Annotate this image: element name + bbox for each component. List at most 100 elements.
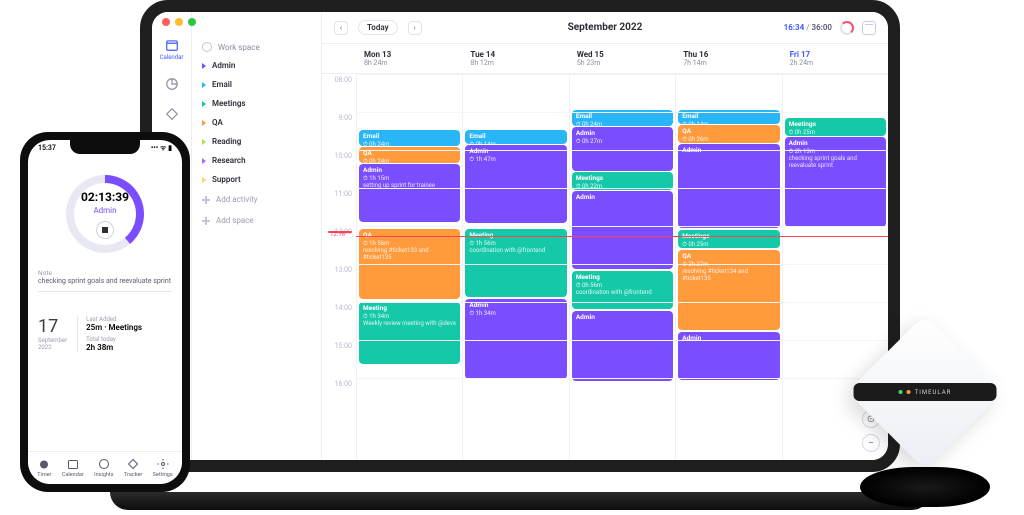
calendar-event[interactable]: QA⏱ 2h 27mresolving #ticket134 and #tick… <box>678 250 779 330</box>
tracker-body: TIMEULAR <box>847 314 1003 470</box>
sidebar-activity-qa[interactable]: QA <box>192 113 321 132</box>
stopwatch-icon <box>38 458 50 470</box>
note-text: checking sprint goals and reevaluate spr… <box>38 277 172 285</box>
calendar-event[interactable]: Meeting⏱ 1h 34mWeekly review meeting wit… <box>359 302 460 364</box>
hour-label: 13:00 <box>322 264 356 302</box>
rail-reports[interactable] <box>165 77 179 91</box>
day-column-thu[interactable]: Email⏱ 0h 14mQA⏱ 0h 26mAdminMeetings⏱ 0h… <box>675 74 781 460</box>
calendar-event[interactable]: Admin <box>572 191 673 269</box>
tab-insights[interactable]: Insights <box>94 458 113 478</box>
status-icons: ••• ᯤ ▮ <box>151 144 172 153</box>
gear-icon <box>202 42 212 52</box>
day-header[interactable]: Tue 148h 12m <box>462 44 568 73</box>
minimize-dot-icon[interactable] <box>175 18 183 26</box>
add-activity[interactable]: Add activity <box>192 189 321 210</box>
calendar-event[interactable]: Admin <box>678 144 779 228</box>
maximize-dot-icon[interactable] <box>188 18 196 26</box>
calendar-event[interactable]: Admin⏱ 1h 47m <box>465 145 566 223</box>
triangle-icon <box>202 63 206 69</box>
sidebar-activity-reading[interactable]: Reading <box>192 132 321 151</box>
calendar-event[interactable]: Admin⏱ 1h 15msetting up sprint for train… <box>359 164 460 222</box>
phone-screen: 15:37 ••• ᯤ ▮ 02:13:39 Admin Note checki… <box>28 140 182 484</box>
chart-icon <box>98 458 110 470</box>
day-column-tue[interactable]: Email⏱ 0h 14mAdmin⏱ 1h 47mMeeting⏱ 1h 56… <box>462 74 568 460</box>
day-column-wed[interactable]: Email⏱ 0h 24mAdmin⏱ 0h 27mMeetings⏱ 0h 2… <box>569 74 675 460</box>
day-summary: 17 September 2022 Last Added25m · Meetin… <box>38 316 172 352</box>
hour-label: 08:00 <box>322 74 356 112</box>
tab-calendar[interactable]: Calendar <box>62 458 84 478</box>
tracker-device: TIMEULAR <box>840 327 1010 507</box>
datepicker-icon[interactable] <box>862 21 876 35</box>
laptop-base <box>110 492 930 510</box>
tracker-brand: TIMEULAR <box>915 389 952 396</box>
app-root: Calendar Work space AdminEmailMeetingsQA… <box>152 12 888 460</box>
hour-label: 11:00 <box>322 188 356 226</box>
diamond-icon <box>165 107 179 121</box>
calendar-event[interactable]: Admin⏱ 1h 34m <box>465 299 566 379</box>
hour-label: 16:00 <box>322 378 356 416</box>
calendar-event[interactable]: QA⏱ 0h 26m <box>678 125 779 143</box>
day-header[interactable]: Fri 172h 24m <box>782 44 888 73</box>
today-button[interactable]: Today <box>358 20 398 35</box>
day-column-mon[interactable]: Email⏱ 0h 24mQA⏱ 0h 24mAdmin⏱ 1h 15msett… <box>356 74 462 460</box>
hour-label: 10:00 <box>322 150 356 188</box>
tracker-dock <box>860 467 990 507</box>
activity-sidebar: Work space AdminEmailMeetingsQAReadingRe… <box>192 12 322 460</box>
plus-icon <box>202 217 210 225</box>
laptop-frame: Calendar Work space AdminEmailMeetingsQA… <box>140 0 900 502</box>
window-traffic-lights <box>162 18 196 26</box>
tab-tracker[interactable]: Tracker <box>124 458 142 478</box>
calendar-event[interactable]: Meeting⏱ 1h 56mcoordination with @fronte… <box>465 229 566 297</box>
sidebar-activity-meetings[interactable]: Meetings <box>192 94 321 113</box>
led-orange-icon <box>907 390 911 394</box>
phone-notch <box>70 140 140 154</box>
rail-calendar[interactable]: Calendar <box>160 38 184 61</box>
calendar-event[interactable]: Meetings⏱ 0h 25m <box>785 118 886 136</box>
month-title: September 2022 <box>568 22 643 33</box>
piechart-icon <box>165 77 179 91</box>
week-header: Mon 138h 24mTue 148h 12mWed 155h 23mThu … <box>322 44 888 74</box>
now-indicator <box>356 236 888 237</box>
sidebar-activity-support[interactable]: Support <box>192 170 321 189</box>
phone-tabbar: Timer Calendar Insights Tracker Settings <box>28 451 182 484</box>
calendar-event[interactable]: Admin⏱ 0h 27m <box>572 127 673 171</box>
gear-icon <box>157 458 169 470</box>
sidebar-activity-research[interactable]: Research <box>192 151 321 170</box>
hour-label: 9:00 <box>322 112 356 150</box>
triangle-icon <box>202 82 206 88</box>
note-section[interactable]: Note checking sprint goals and reevaluat… <box>38 269 172 292</box>
workspace-header[interactable]: Work space <box>192 38 321 56</box>
next-week-button[interactable]: › <box>408 21 422 35</box>
triangle-icon <box>202 139 206 145</box>
day-header[interactable]: Mon 138h 24m <box>356 44 462 73</box>
calendar-event[interactable]: Email⏱ 0h 14m <box>465 130 566 144</box>
calendar-topbar: ‹ Today › September 2022 16:34 / 36:00 <box>322 12 888 44</box>
tracked-time: 16:34 / 36:00 <box>784 23 832 32</box>
tab-timer[interactable]: Timer <box>37 458 51 478</box>
tracker-band: TIMEULAR <box>854 383 997 401</box>
note-label: Note <box>38 269 172 277</box>
calendar-event[interactable]: Meeting⏱ 0h 56mcoordination with @fronte… <box>572 271 673 309</box>
day-month: September <box>38 337 67 344</box>
stop-button[interactable] <box>96 221 114 239</box>
add-space[interactable]: Add space <box>192 210 321 231</box>
day-year: 2022 <box>38 344 67 351</box>
hour-label: 14:00 <box>322 302 356 340</box>
rail-calendar-label: Calendar <box>160 54 184 61</box>
calendar-event[interactable]: Meetings⏱ 0h 25m <box>678 230 779 248</box>
sidebar-activity-admin[interactable]: Admin <box>192 56 321 75</box>
rail-tracker[interactable] <box>165 107 179 121</box>
triangle-icon <box>202 101 206 107</box>
calendar-event[interactable]: Admin <box>572 311 673 381</box>
triangle-icon <box>202 120 206 126</box>
phone-frame: 15:37 ••• ᯤ ▮ 02:13:39 Admin Note checki… <box>20 132 190 492</box>
day-header[interactable]: Thu 167h 14m <box>675 44 781 73</box>
calendar-event[interactable]: Email⏱ 0h 24m <box>359 130 460 146</box>
prev-week-button[interactable]: ‹ <box>334 21 348 35</box>
day-header[interactable]: Wed 155h 23m <box>569 44 675 73</box>
calendar-grid[interactable]: 08:009:0010:0011:0012:0013:0014:0015:001… <box>322 74 888 460</box>
calendar-icon <box>67 458 79 470</box>
tab-settings[interactable]: Settings <box>153 458 173 478</box>
sidebar-activity-email[interactable]: Email <box>192 75 321 94</box>
close-dot-icon[interactable] <box>162 18 170 26</box>
